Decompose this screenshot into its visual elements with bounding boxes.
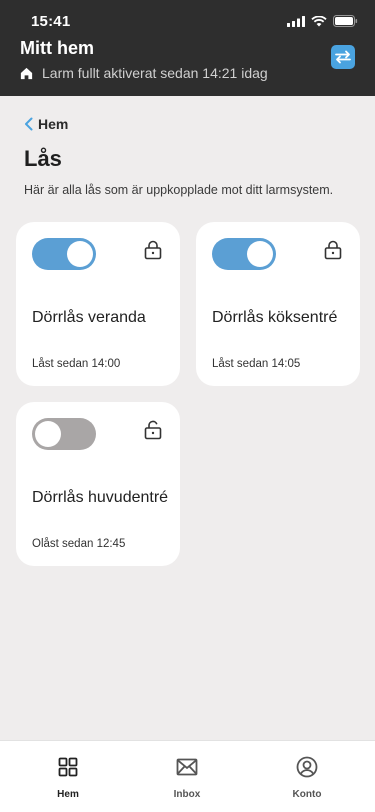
switch-home-button[interactable] bbox=[331, 45, 355, 69]
lock-toggle[interactable] bbox=[212, 238, 276, 270]
page-title: Lås bbox=[24, 146, 62, 171]
account-icon bbox=[296, 756, 318, 778]
app-header: 15:41 Mitt hem Larm fullt aktiverat seda… bbox=[0, 0, 375, 96]
lock-open-icon bbox=[144, 420, 162, 440]
toggle-knob bbox=[247, 241, 273, 267]
home-title: Mitt hem bbox=[20, 38, 94, 58]
lock-name: Dörrlås huvudentré bbox=[32, 489, 169, 506]
back-link[interactable]: Hem bbox=[24, 116, 68, 132]
alarm-status-row: Larm fullt aktiverat sedan 14:21 idag bbox=[19, 65, 268, 81]
tab-inbox[interactable]: Inbox bbox=[147, 755, 227, 800]
tab-label: Hem bbox=[57, 789, 79, 800]
house-icon bbox=[20, 67, 33, 79]
tab-hem[interactable]: Hem bbox=[28, 755, 108, 800]
grid-icon bbox=[58, 757, 78, 777]
lock-name: Dörrlås köksentré bbox=[212, 309, 338, 326]
toggle-knob bbox=[67, 241, 93, 267]
lock-card-huvudentre[interactable]: Dörrlås huvudentré Olåst sedan 12:45 bbox=[16, 402, 180, 566]
battery-icon bbox=[333, 15, 358, 27]
status-time: 15:41 bbox=[31, 13, 71, 30]
status-bar: 15:41 bbox=[0, 0, 375, 40]
tab-label: Konto bbox=[292, 789, 322, 800]
tab-bar: Hem Inbox Konto bbox=[0, 740, 375, 812]
lock-toggle[interactable] bbox=[32, 238, 96, 270]
envelope-icon bbox=[176, 758, 198, 776]
tab-konto[interactable]: Konto bbox=[267, 755, 347, 800]
lock-closed-icon bbox=[324, 240, 342, 260]
lock-card-veranda[interactable]: Dörrlås veranda Låst sedan 14:00 bbox=[16, 222, 180, 386]
lock-toggle[interactable] bbox=[32, 418, 96, 450]
swap-arrows-icon bbox=[335, 50, 351, 64]
lock-card-koksentre[interactable]: Dörrlås köksentré Låst sedan 14:05 bbox=[196, 222, 360, 386]
page-description: Här är alla lås som är uppkopplade mot d… bbox=[24, 183, 334, 197]
back-label: Hem bbox=[38, 116, 69, 132]
lock-name: Dörrlås veranda bbox=[32, 309, 146, 326]
alarm-status-text: Larm fullt aktiverat sedan 14:21 idag bbox=[42, 65, 268, 81]
lock-closed-icon bbox=[144, 240, 162, 260]
tab-label: Inbox bbox=[173, 789, 201, 800]
signal-icon bbox=[287, 15, 305, 27]
lock-status: Olåst sedan 12:45 bbox=[32, 538, 126, 550]
lock-status: Låst sedan 14:00 bbox=[32, 358, 121, 370]
wifi-icon bbox=[311, 15, 327, 26]
chevron-left-icon bbox=[25, 117, 33, 131]
lock-status: Låst sedan 14:05 bbox=[212, 358, 301, 370]
status-icons bbox=[287, 15, 358, 27]
toggle-knob bbox=[35, 421, 61, 447]
